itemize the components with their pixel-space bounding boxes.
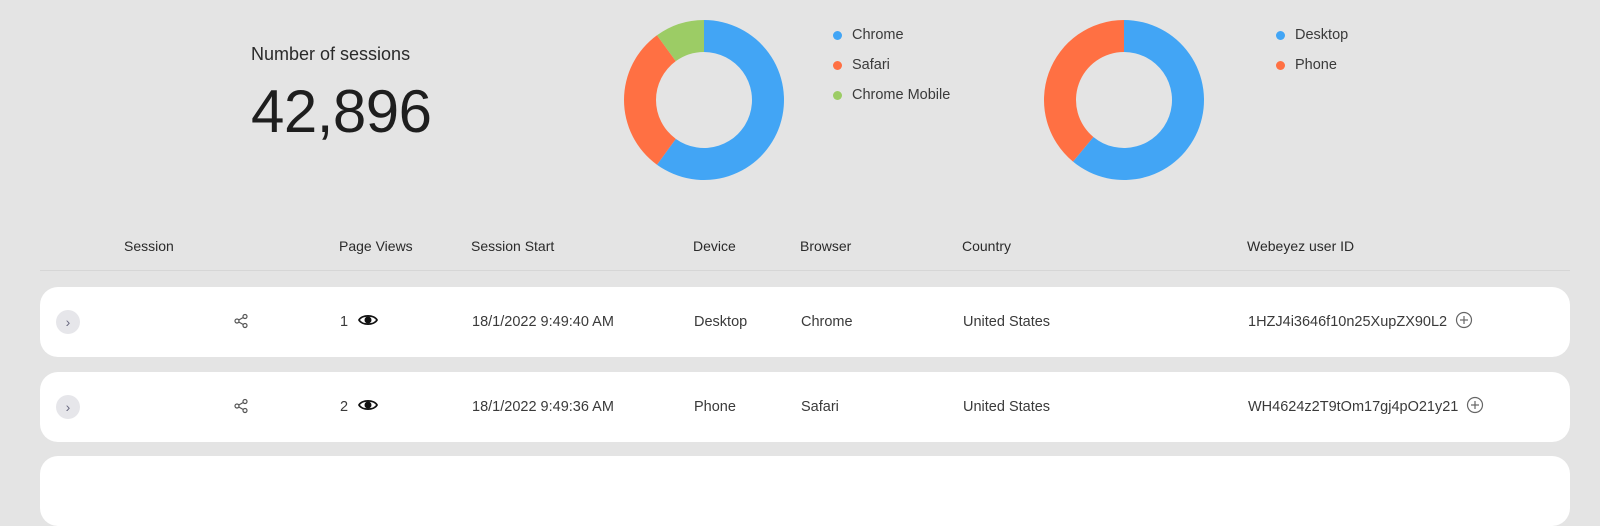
legend-dot — [1276, 60, 1285, 70]
legend-item-chrome: Chrome — [833, 20, 950, 50]
table-row[interactable]: › 2 18/1/2022 9:49:36 AM Phone Safari Un… — [40, 372, 1570, 442]
session-start-cell: 18/1/2022 9:49:36 AM — [472, 399, 614, 415]
table-header: Session Page Views Session Start Device … — [40, 238, 1570, 271]
device-donut-svg — [1044, 20, 1204, 180]
eye-icon[interactable] — [358, 313, 379, 331]
header-device[interactable]: Device — [693, 238, 736, 254]
legend-label: Desktop — [1295, 27, 1349, 43]
kpi-title: Number of sessions — [251, 44, 411, 64]
header-session[interactable]: Session — [124, 238, 174, 254]
device-cell: Desktop — [694, 314, 748, 330]
add-filter-icon[interactable] — [1466, 396, 1484, 418]
legend-item-desktop: Desktop — [1276, 20, 1348, 50]
donut-slice-safari[interactable] — [624, 35, 676, 165]
legend-label: Safari — [852, 57, 890, 73]
legend-label: Chrome — [852, 27, 904, 43]
legend-label: Phone — [1295, 57, 1337, 73]
add-filter-icon[interactable] — [1455, 311, 1473, 333]
browser-cell: Safari — [801, 399, 839, 415]
legend-dot — [833, 30, 842, 40]
expand-row-button[interactable]: › — [56, 395, 80, 419]
sessions-kpi: Number of sessions 42,896 — [251, 44, 432, 146]
country-cell: United States — [963, 314, 1051, 330]
legend-item-phone: Phone — [1276, 50, 1348, 80]
browser-cell: Chrome — [801, 314, 853, 330]
kpi-value: 42,896 — [251, 78, 432, 145]
country-cell: United States — [963, 399, 1051, 415]
page-views-cell: 1 — [340, 287, 379, 357]
legend-dot — [833, 90, 842, 100]
user-id-text: 1HZJ4i3646f10n25XupZX90L2 — [1248, 314, 1448, 330]
table-row[interactable]: › 1 18/1/2022 9:49:40 AM Desktop Chrome … — [40, 287, 1570, 357]
page-views-count: 2 — [340, 399, 349, 415]
share-icon[interactable] — [233, 313, 249, 334]
header-page-views[interactable]: Page Views — [339, 238, 413, 254]
device-cell: Phone — [694, 399, 736, 415]
user-id-cell: 1HZJ4i3646f10n25XupZX90L2 — [1248, 287, 1473, 357]
legend-item-safari: Safari — [833, 50, 950, 80]
header-user-id[interactable]: Webeyez user ID — [1247, 238, 1354, 254]
legend-dot — [833, 60, 842, 70]
user-id-text: WH4624z2T9tOm17gj4pO21y21 — [1248, 399, 1459, 415]
browser-donut-chart — [624, 20, 784, 180]
page-views-cell: 2 — [340, 372, 379, 442]
user-id-cell: WH4624z2T9tOm17gj4pO21y21 — [1248, 372, 1484, 442]
header-browser[interactable]: Browser — [800, 238, 851, 254]
donut-slice-phone[interactable] — [1044, 20, 1124, 162]
legend-item-chrome-mobile: Chrome Mobile — [833, 80, 950, 110]
device-legend: Desktop Phone — [1276, 20, 1348, 80]
legend-label: Chrome Mobile — [852, 87, 951, 103]
device-donut-chart — [1044, 20, 1204, 180]
header-session-start[interactable]: Session Start — [471, 238, 554, 254]
page-views-count: 1 — [340, 314, 349, 330]
session-start-cell: 18/1/2022 9:49:40 AM — [472, 314, 614, 330]
browser-legend: Chrome Safari Chrome Mobile — [833, 20, 950, 110]
legend-dot — [1276, 30, 1285, 40]
table-row[interactable] — [40, 456, 1570, 526]
share-icon[interactable] — [233, 398, 249, 419]
expand-row-button[interactable]: › — [56, 310, 80, 334]
header-country[interactable]: Country — [962, 238, 1011, 254]
eye-icon[interactable] — [358, 398, 379, 416]
browser-donut-svg — [624, 20, 784, 180]
